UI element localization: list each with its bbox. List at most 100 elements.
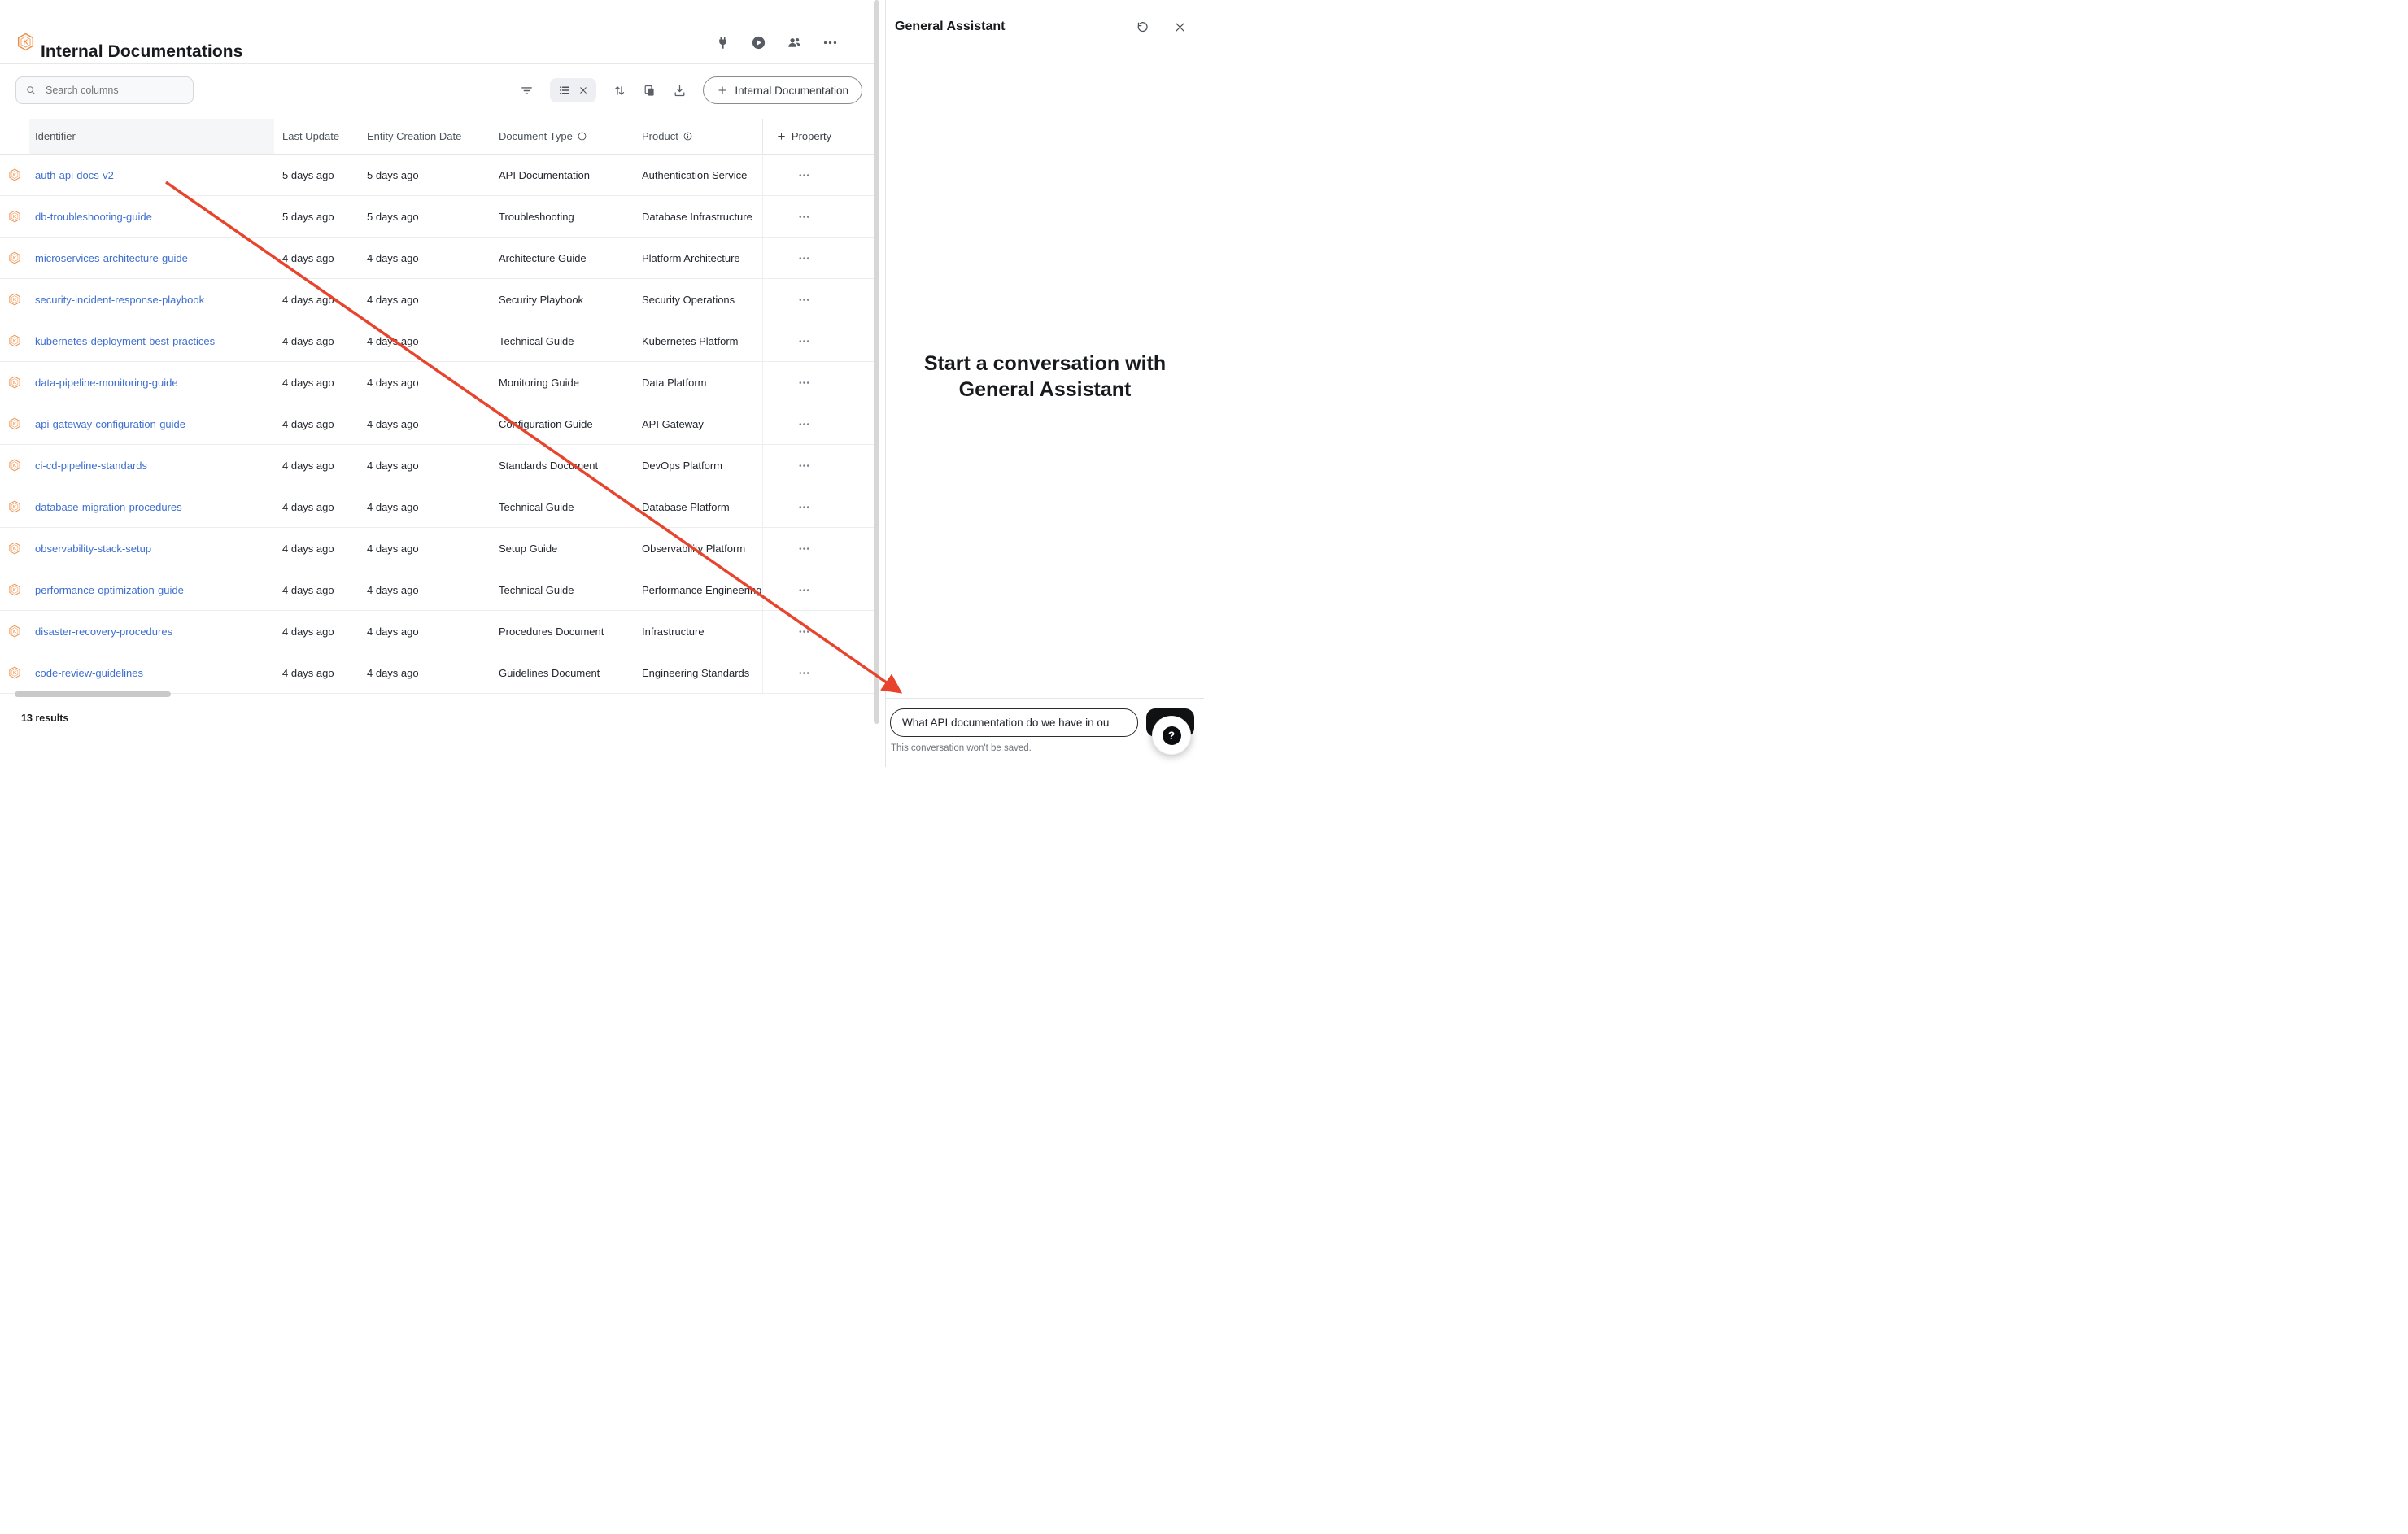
filter-icon[interactable]	[520, 84, 534, 98]
help-button[interactable]: ?	[1152, 716, 1191, 755]
horizontal-scrollbar[interactable]	[15, 691, 171, 697]
creation-date-cell: 4 days ago	[359, 377, 491, 389]
entity-hexagon-icon	[0, 625, 29, 638]
entity-identifier-link[interactable]: auth-api-docs-v2	[29, 169, 274, 181]
row-actions-button[interactable]	[762, 486, 844, 527]
product-cell: Database Platform	[634, 501, 762, 513]
entity-identifier-link[interactable]: microservices-architecture-guide	[29, 252, 274, 264]
table-row: ci-cd-pipeline-standards 4 days ago 4 da…	[0, 445, 874, 486]
creation-date-cell: 4 days ago	[359, 335, 491, 347]
product-cell: Security Operations	[634, 294, 762, 306]
creation-date-cell: 5 days ago	[359, 211, 491, 223]
creation-date-cell: 4 days ago	[359, 294, 491, 306]
add-internal-documentation-button[interactable]: Internal Documentation	[703, 76, 862, 104]
entity-identifier-link[interactable]: performance-optimization-guide	[29, 584, 274, 596]
entity-identifier-link[interactable]: data-pipeline-monitoring-guide	[29, 377, 274, 389]
entity-hexagon-icon	[0, 417, 29, 430]
last-update-cell: 4 days ago	[274, 294, 359, 306]
plug-icon[interactable]	[715, 35, 731, 50]
product-cell: Kubernetes Platform	[634, 335, 762, 347]
entity-identifier-link[interactable]: disaster-recovery-procedures	[29, 625, 274, 638]
document-type-cell: Technical Guide	[491, 335, 634, 347]
page-title: Internal Documentations	[41, 42, 243, 62]
column-header-product[interactable]: Product	[634, 130, 762, 142]
row-actions-button[interactable]	[762, 155, 844, 195]
close-panel-icon[interactable]	[1173, 20, 1187, 34]
product-cell: Infrastructure	[634, 625, 762, 638]
sort-icon[interactable]	[613, 84, 626, 98]
column-header-identifier[interactable]: Identifier	[29, 119, 274, 154]
more-options-icon[interactable]	[822, 35, 838, 50]
column-label: Document Type	[499, 130, 573, 142]
row-actions-button[interactable]	[762, 403, 844, 444]
vertical-scrollbar[interactable]	[874, 0, 879, 724]
last-update-cell: 4 days ago	[274, 667, 359, 679]
entity-identifier-link[interactable]: observability-stack-setup	[29, 543, 274, 555]
row-actions-button[interactable]	[762, 238, 844, 278]
blueprint-hexagon-icon	[16, 33, 35, 51]
document-type-cell: Guidelines Document	[491, 667, 634, 679]
run-play-icon[interactable]	[751, 35, 766, 50]
column-label: Product	[642, 130, 678, 142]
add-button-label: Internal Documentation	[735, 85, 848, 97]
row-actions-button[interactable]	[762, 196, 844, 237]
product-cell: Performance Engineering	[634, 584, 762, 596]
entity-identifier-link[interactable]: db-troubleshooting-guide	[29, 211, 274, 223]
table-row: observability-stack-setup 4 days ago 4 d…	[0, 528, 874, 569]
download-icon[interactable]	[673, 84, 687, 98]
document-type-cell: Technical Guide	[491, 501, 634, 513]
row-actions-button[interactable]	[762, 611, 844, 652]
column-header-entity-creation-date[interactable]: Entity Creation Date	[359, 130, 491, 142]
table-row: disaster-recovery-procedures 4 days ago …	[0, 611, 874, 652]
creation-date-cell: 4 days ago	[359, 501, 491, 513]
reset-conversation-icon[interactable]	[1136, 20, 1149, 34]
table-row: data-pipeline-monitoring-guide 4 days ag…	[0, 362, 874, 403]
users-icon[interactable]	[787, 35, 802, 50]
clear-view-icon[interactable]	[578, 85, 588, 95]
document-type-cell: API Documentation	[491, 169, 634, 181]
row-actions-button[interactable]	[762, 569, 844, 610]
creation-date-cell: 4 days ago	[359, 543, 491, 555]
row-actions-button[interactable]	[762, 528, 844, 569]
entity-identifier-link[interactable]: database-migration-procedures	[29, 501, 274, 513]
document-type-cell: Configuration Guide	[491, 418, 634, 430]
entity-identifier-link[interactable]: kubernetes-deployment-best-practices	[29, 335, 274, 347]
add-property-button[interactable]: Property	[762, 119, 844, 154]
column-header-last-update[interactable]: Last Update	[274, 130, 359, 142]
entity-hexagon-icon	[0, 168, 29, 181]
info-icon	[683, 131, 693, 142]
row-actions-button[interactable]	[762, 362, 844, 403]
row-actions-button[interactable]	[762, 279, 844, 320]
entity-identifier-link[interactable]: ci-cd-pipeline-standards	[29, 460, 274, 472]
row-actions-button[interactable]	[762, 445, 844, 486]
row-actions-button[interactable]	[762, 320, 844, 361]
row-actions-button[interactable]	[762, 652, 844, 693]
table-header-row: Identifier Last Update Entity Creation D…	[0, 119, 874, 155]
add-property-label: Property	[792, 130, 831, 142]
list-view-icon	[558, 84, 571, 97]
table-row: security-incident-response-playbook 4 da…	[0, 279, 874, 320]
search-columns-box[interactable]	[15, 76, 194, 104]
document-type-cell: Troubleshooting	[491, 211, 634, 223]
entity-identifier-link[interactable]: security-incident-response-playbook	[29, 294, 274, 306]
active-view-pill[interactable]	[550, 78, 596, 102]
entity-hexagon-icon	[0, 500, 29, 513]
panel-footer-divider	[886, 698, 1204, 699]
results-count: 13 results	[21, 713, 68, 724]
empty-state-line1: Start a conversation with	[886, 351, 1204, 377]
document-type-cell: Security Playbook	[491, 294, 634, 306]
product-cell: Data Platform	[634, 377, 762, 389]
entity-identifier-link[interactable]: api-gateway-configuration-guide	[29, 418, 274, 430]
document-type-cell: Setup Guide	[491, 543, 634, 555]
creation-date-cell: 4 days ago	[359, 460, 491, 472]
entity-identifier-link[interactable]: code-review-guidelines	[29, 667, 274, 679]
creation-date-cell: 4 days ago	[359, 584, 491, 596]
column-header-document-type[interactable]: Document Type	[491, 130, 634, 142]
search-input[interactable]	[44, 84, 177, 97]
assistant-panel-title: General Assistant	[895, 20, 1005, 34]
creation-date-cell: 4 days ago	[359, 667, 491, 679]
question-mark-icon: ?	[1163, 726, 1181, 745]
copy-icon[interactable]	[643, 84, 657, 98]
assistant-message-input[interactable]	[890, 708, 1138, 737]
table-row: kubernetes-deployment-best-practices 4 d…	[0, 320, 874, 362]
